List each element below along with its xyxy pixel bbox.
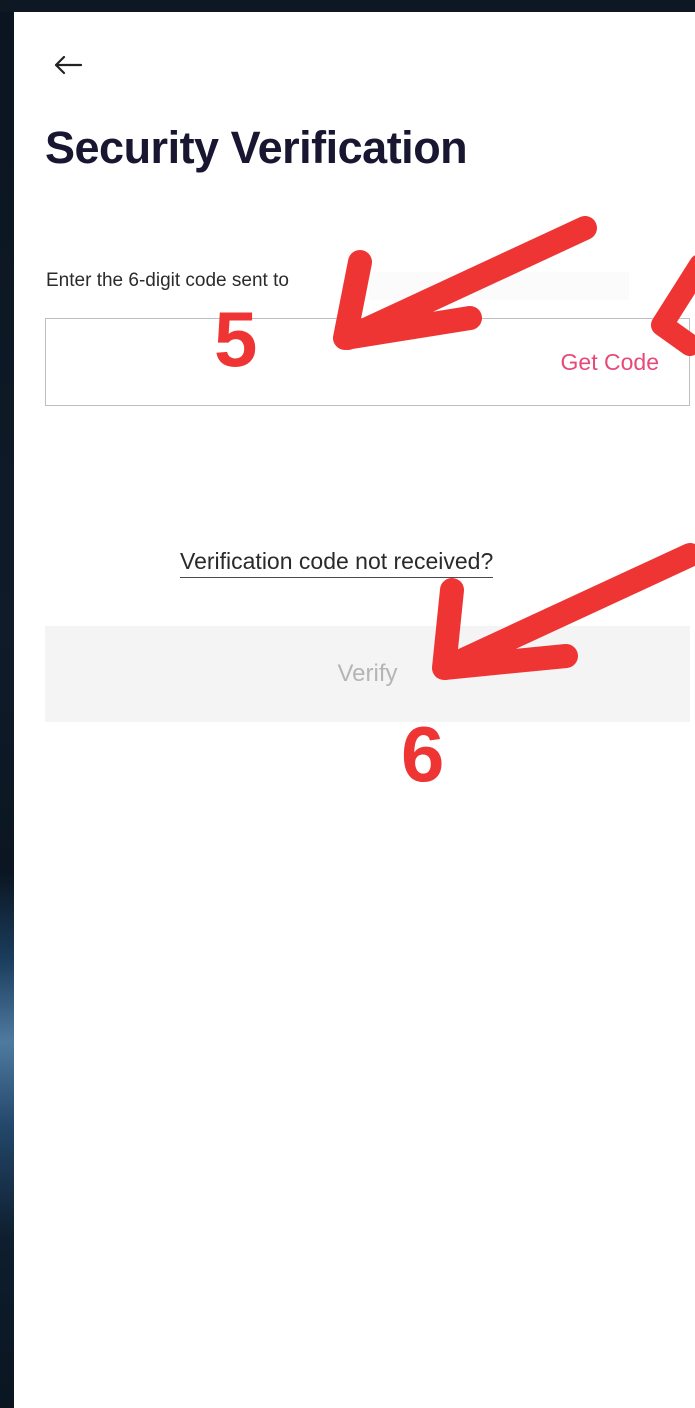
code-not-received-link[interactable]: Verification code not received? <box>180 548 494 578</box>
arrow-left-icon <box>54 55 83 75</box>
verify-button[interactable]: Verify <box>45 626 690 722</box>
back-button[interactable] <box>48 48 88 82</box>
masked-contact-area <box>369 272 629 300</box>
code-input-box: Get Code <box>45 318 690 407</box>
annotation-step-5: 5 <box>214 295 258 383</box>
background-left-edge <box>0 0 14 1408</box>
get-code-button[interactable]: Get Code <box>561 349 659 376</box>
annotation-step-6: 6 <box>401 710 445 798</box>
verification-code-input[interactable] <box>62 319 506 407</box>
code-hint-text: Enter the 6-digit code sent to <box>46 270 289 291</box>
page-title: Security Verification <box>45 122 468 173</box>
background-top-edge <box>0 0 695 12</box>
verification-screen: Security Verification Enter the 6-digit … <box>14 12 695 1408</box>
